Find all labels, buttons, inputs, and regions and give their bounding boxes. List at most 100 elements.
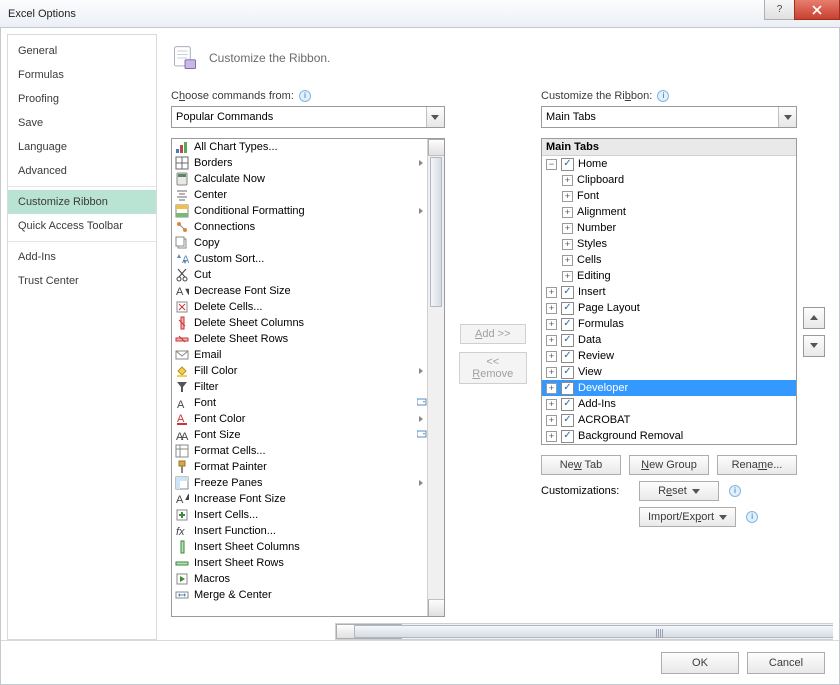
tree-item[interactable]: +Developer [542, 380, 796, 396]
commands-listbox[interactable]: All Chart Types...BordersCalculate NowCe… [171, 138, 445, 617]
command-item[interactable]: Email [172, 347, 427, 363]
nav-item-trust-center[interactable]: Trust Center [8, 269, 156, 293]
command-item[interactable]: AAFont Size [172, 427, 427, 443]
command-item[interactable]: Borders [172, 155, 427, 171]
command-item[interactable]: A▼Decrease Font Size [172, 283, 427, 299]
expand-toggle[interactable]: + [546, 335, 557, 346]
nav-item-save[interactable]: Save [8, 111, 156, 135]
add-button[interactable]: Add >> [460, 324, 526, 344]
info-icon[interactable]: i [746, 511, 758, 523]
checkbox[interactable] [561, 302, 574, 315]
command-item[interactable]: Delete Sheet Columns [172, 315, 427, 331]
tree-item[interactable]: +Review [542, 348, 796, 364]
command-item[interactable]: AFont Color [172, 411, 427, 427]
tree-item[interactable]: +Data [542, 332, 796, 348]
tree-item[interactable]: +Alignment [542, 204, 796, 220]
customize-ribbon-combo[interactable]: Main Tabs [541, 106, 797, 128]
command-item[interactable]: Insert Cells... [172, 507, 427, 523]
close-button[interactable] [794, 0, 840, 20]
checkbox[interactable] [561, 334, 574, 347]
command-item[interactable]: Insert Sheet Rows [172, 555, 427, 571]
scroll-thumb[interactable] [354, 625, 833, 638]
command-item[interactable]: Macros [172, 571, 427, 587]
command-item[interactable]: Merge & Center [172, 587, 427, 603]
tree-item[interactable]: +Cells [542, 252, 796, 268]
horizontal-scrollbar[interactable] [335, 623, 833, 640]
command-item[interactable]: Connections [172, 219, 427, 235]
checkbox[interactable] [561, 366, 574, 379]
new-tab-button[interactable]: New Tab [541, 455, 621, 475]
nav-item-formulas[interactable]: Formulas [8, 63, 156, 87]
command-item[interactable]: Fill Color [172, 363, 427, 379]
command-item[interactable]: Insert Sheet Columns [172, 539, 427, 555]
command-item[interactable]: Filter [172, 379, 427, 395]
expand-toggle[interactable]: + [562, 191, 573, 202]
nav-item-proofing[interactable]: Proofing [8, 87, 156, 111]
nav-item-advanced[interactable]: Advanced [8, 159, 156, 183]
expand-toggle[interactable]: + [546, 319, 557, 330]
command-item[interactable]: Freeze Panes [172, 475, 427, 491]
tree-item[interactable]: +Number [542, 220, 796, 236]
nav-item-language[interactable]: Language [8, 135, 156, 159]
expand-toggle[interactable]: + [562, 175, 573, 186]
command-item[interactable]: Copy [172, 235, 427, 251]
help-button[interactable]: ? [764, 0, 794, 20]
command-item[interactable]: ACustom Sort... [172, 251, 427, 267]
expand-toggle[interactable]: + [562, 207, 573, 218]
command-item[interactable]: Center [172, 187, 427, 203]
command-item[interactable]: Format Painter [172, 459, 427, 475]
nav-item-customize-ribbon[interactable]: Customize Ribbon [8, 190, 156, 214]
command-item[interactable]: Conditional Formatting [172, 203, 427, 219]
rename-button[interactable]: Rename... [717, 455, 797, 475]
command-item[interactable]: AFont [172, 395, 427, 411]
expand-toggle[interactable]: − [546, 159, 557, 170]
remove-button[interactable]: << Remove [459, 352, 527, 384]
checkbox[interactable] [561, 382, 574, 395]
move-up-button[interactable] [803, 307, 825, 329]
expand-toggle[interactable]: + [546, 399, 557, 410]
tree-item[interactable]: +Formulas [542, 316, 796, 332]
info-icon[interactable]: i [657, 90, 669, 102]
expand-toggle[interactable]: + [546, 367, 557, 378]
tree-item[interactable]: −Home [542, 156, 796, 172]
tree-item[interactable]: +Background Removal [542, 428, 796, 444]
tree-item[interactable]: +Styles [542, 236, 796, 252]
expand-toggle[interactable]: + [562, 223, 573, 234]
tree-item[interactable]: +Add-Ins [542, 396, 796, 412]
command-item[interactable]: Calculate Now [172, 171, 427, 187]
tree-item[interactable]: +Editing [542, 268, 796, 284]
tree-item[interactable]: +View [542, 364, 796, 380]
new-group-button[interactable]: New Group [629, 455, 709, 475]
checkbox[interactable] [561, 158, 574, 171]
checkbox[interactable] [561, 318, 574, 331]
nav-item-general[interactable]: General [8, 39, 156, 63]
choose-commands-combo[interactable]: Popular Commands [171, 106, 445, 128]
scroll-thumb[interactable] [430, 157, 442, 307]
reset-button[interactable]: Reset [639, 481, 719, 501]
command-item[interactable]: A▲Increase Font Size [172, 491, 427, 507]
checkbox[interactable] [561, 398, 574, 411]
checkbox[interactable] [561, 286, 574, 299]
expand-toggle[interactable]: + [546, 415, 557, 426]
command-item[interactable]: Format Cells... [172, 443, 427, 459]
checkbox[interactable] [561, 430, 574, 443]
nav-item-add-ins[interactable]: Add-Ins [8, 245, 156, 269]
commands-scrollbar[interactable] [427, 139, 444, 616]
info-icon[interactable]: i [299, 90, 311, 102]
tree-item[interactable]: +ACROBAT [542, 412, 796, 428]
tree-item[interactable]: +Font [542, 188, 796, 204]
command-item[interactable]: All Chart Types... [172, 139, 427, 155]
scroll-up-button[interactable] [428, 139, 445, 156]
ribbon-tree[interactable]: Main Tabs−Home+Clipboard+Font+Alignment+… [541, 138, 797, 445]
info-icon[interactable]: i [729, 485, 741, 497]
expand-toggle[interactable]: + [546, 287, 557, 298]
move-down-button[interactable] [803, 335, 825, 357]
tree-item[interactable]: +Clipboard [542, 172, 796, 188]
tree-item[interactable]: +Page Layout [542, 300, 796, 316]
import-export-button[interactable]: Import/Export [639, 507, 736, 527]
cancel-button[interactable]: Cancel [747, 652, 825, 674]
checkbox[interactable] [561, 414, 574, 427]
expand-toggle[interactable]: + [546, 431, 557, 442]
nav-item-quick-access-toolbar[interactable]: Quick Access Toolbar [8, 214, 156, 238]
expand-toggle[interactable]: + [562, 271, 573, 282]
